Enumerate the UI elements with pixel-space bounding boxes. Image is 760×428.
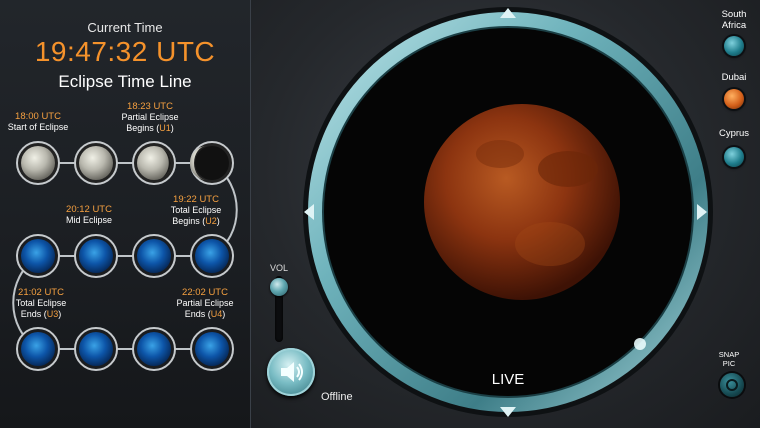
snap-pic-button[interactable] — [720, 373, 744, 397]
timeline-node — [190, 234, 234, 278]
timeline-node — [16, 327, 60, 371]
timeline-node — [74, 141, 118, 185]
timeline-node — [190, 327, 234, 371]
eclipsed-moon — [424, 104, 620, 300]
eclipse-timeline-panel: Current Time 19:47:32 UTC Eclipse Time L… — [0, 0, 251, 428]
event-partial-begins: 18:23 UTC Partial Eclipse Begins (U1) — [121, 101, 179, 133]
event-start: 18:00 UTC Start of Eclipse — [7, 111, 69, 132]
timeline-node — [74, 327, 118, 371]
timeline-node — [132, 141, 176, 185]
location-button-dubai[interactable] — [724, 89, 744, 109]
location-label-cyprus: Cyprus — [718, 128, 750, 139]
timeline-node — [132, 327, 176, 371]
snap-pic-label: SNAP PIC — [718, 350, 740, 368]
location-button-south-africa[interactable] — [724, 36, 744, 56]
event-partial-ends: 22:02 UTC Partial Eclipse Ends (U4) — [176, 287, 234, 319]
location-label-south-africa: South Africa — [721, 9, 747, 31]
timeline-node — [16, 234, 60, 278]
speaker-button[interactable] — [267, 348, 315, 396]
speaker-icon — [281, 362, 303, 382]
location-button-cyprus[interactable] — [724, 147, 744, 167]
event-total-begins: 19:22 UTC Total Eclipse Begins (U2) — [170, 194, 222, 226]
event-total-ends: 21:02 UTC Total Eclipse Ends (U3) — [15, 287, 67, 319]
timeline-node — [132, 234, 176, 278]
timeline-node — [190, 141, 234, 185]
live-viewer — [303, 7, 713, 417]
live-label: LIVE — [491, 371, 525, 388]
timeline-node — [74, 234, 118, 278]
offline-status: Offline — [321, 391, 353, 403]
timeline-node — [16, 141, 60, 185]
location-label-dubai: Dubai — [721, 72, 747, 83]
event-mid: 20:12 UTC Mid Eclipse — [65, 204, 112, 225]
volume-slider-handle[interactable] — [270, 278, 288, 296]
volume-label: VOL — [269, 263, 288, 273]
